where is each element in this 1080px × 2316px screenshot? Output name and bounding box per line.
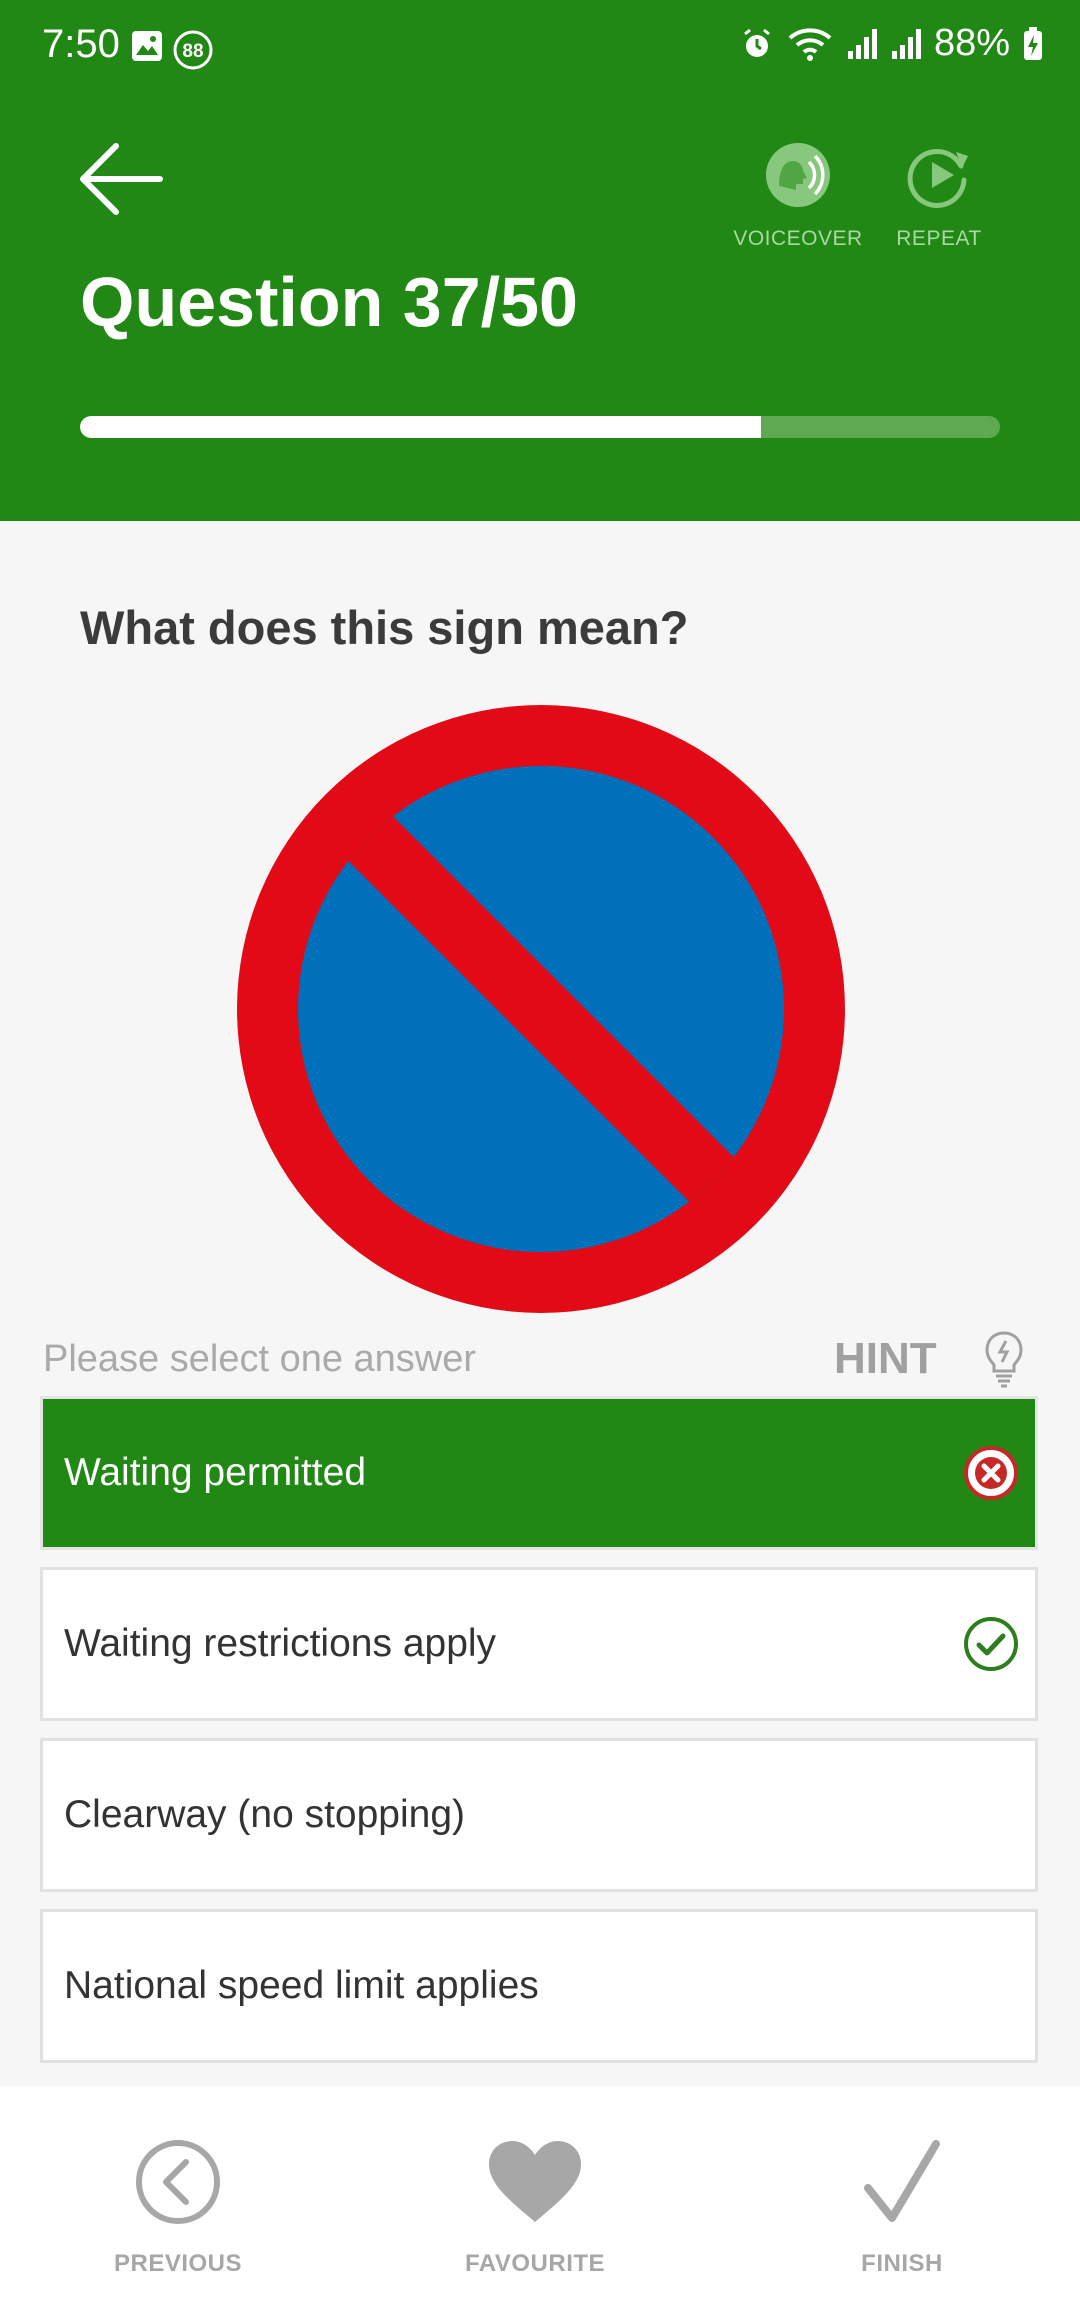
no-waiting-sign-icon <box>237 705 845 1313</box>
previous-button[interactable]: PREVIOUS <box>78 2136 278 2278</box>
checkmark-icon <box>864 2140 940 2222</box>
select-instruction: Please select one answer <box>43 1338 477 1380</box>
status-time: 7:50 <box>42 22 120 66</box>
alarm-icon <box>744 28 770 57</box>
battery-charging-icon <box>1024 26 1042 60</box>
bottom-toolbar: PREVIOUS FAVOURITE FINISH <box>0 2086 1080 2316</box>
answer-option[interactable]: Waiting restrictions apply <box>40 1567 1038 1721</box>
header-bar: 7:50 88 88% VOICEOVER REPEAT Question 37… <box>0 0 1080 521</box>
signal-icon <box>847 28 877 59</box>
status-right-group: 88% <box>740 22 1044 65</box>
voiceover-icon <box>766 143 830 207</box>
previous-chevron-icon <box>136 2140 220 2224</box>
status-bar: 7:50 88 88% <box>0 0 1080 96</box>
question-counter: Question 37/50 <box>80 263 578 341</box>
heart-icon <box>489 2141 581 2222</box>
battery-percent: 88% <box>933 22 1010 64</box>
answer-text: Waiting restrictions apply <box>64 1622 497 1665</box>
answer-text: National speed limit applies <box>64 1964 539 2007</box>
voiceover-label: VOICEOVER <box>733 227 863 250</box>
answer-text: Waiting permitted <box>64 1451 367 1494</box>
voiceover-button[interactable]: VOICEOVER <box>728 142 868 251</box>
number-badge-icon: 88 <box>173 30 213 70</box>
hint-button[interactable]: HINT <box>834 1334 937 1384</box>
answer-option[interactable]: Clearway (no stopping) <box>40 1738 1038 1892</box>
finish-button[interactable]: FINISH <box>802 2136 1002 2278</box>
repeat-label: REPEAT <box>896 227 982 250</box>
finish-label: FINISH <box>861 2250 943 2277</box>
correct-answer-icon <box>964 1617 1018 1671</box>
back-arrow-icon[interactable] <box>78 142 164 216</box>
number-badge-text: 88 <box>182 41 203 62</box>
wifi-icon <box>788 27 832 61</box>
progress-bar-fill <box>80 416 761 438</box>
wrong-answer-icon <box>964 1446 1018 1500</box>
answer-option[interactable]: National speed limit applies <box>40 1909 1038 2063</box>
answer-text: Clearway (no stopping) <box>64 1793 466 1836</box>
question-text: What does this sign mean? <box>80 601 689 654</box>
signal-2-icon <box>891 28 921 59</box>
repeat-play-icon <box>907 148 968 208</box>
repeat-button[interactable]: REPEAT <box>869 142 1009 251</box>
lightbulb-icon[interactable] <box>984 1330 1024 1388</box>
favourite-label: FAVOURITE <box>464 2250 606 2277</box>
gallery-notification-icon <box>132 31 162 61</box>
answer-option[interactable]: Waiting permitted <box>40 1396 1038 1550</box>
progress-bar <box>80 416 1000 438</box>
favourite-button[interactable]: FAVOURITE <box>435 2136 635 2278</box>
previous-label: PREVIOUS <box>113 2250 243 2277</box>
